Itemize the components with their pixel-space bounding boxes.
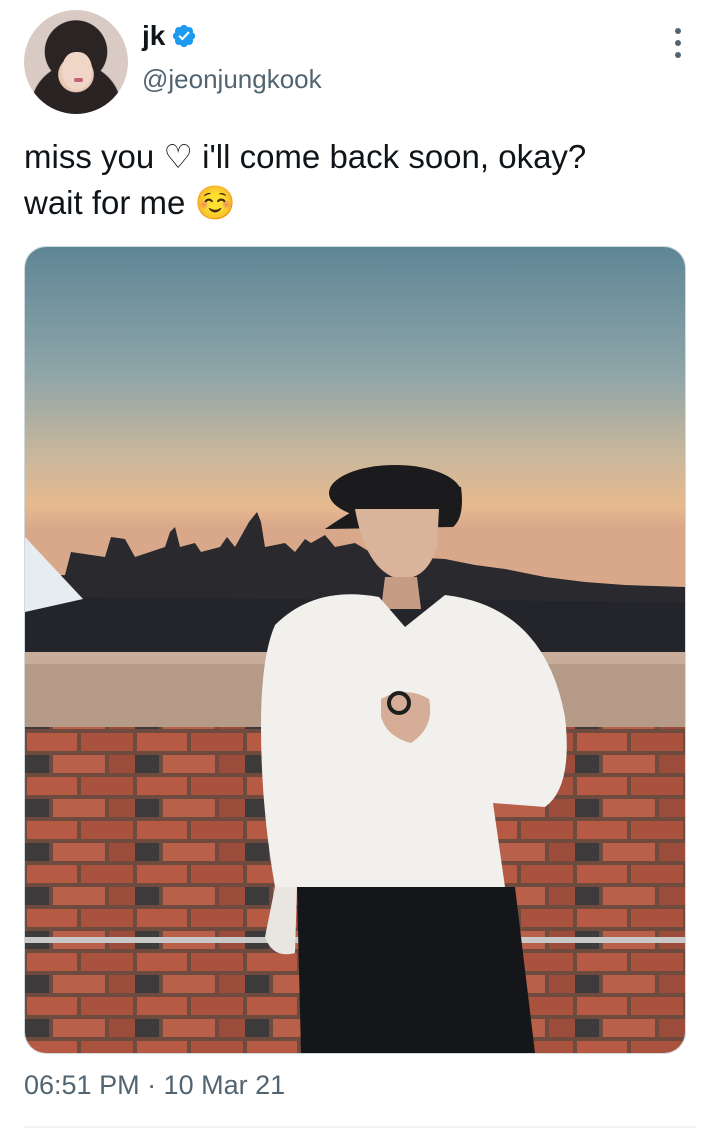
avatar-lips xyxy=(74,78,83,82)
tweet-text: miss you ♡ i'll come back soon, okay? wa… xyxy=(24,134,684,226)
verified-badge-icon xyxy=(173,24,196,48)
author-handle[interactable]: @jeonjungkook xyxy=(142,64,322,95)
display-name[interactable]: jk xyxy=(142,20,165,52)
avatar-face xyxy=(62,52,92,90)
tweet-text-line: wait for me ☺️ xyxy=(24,184,236,221)
avatar[interactable] xyxy=(24,10,128,114)
tweet-timestamp[interactable]: 06:51 PM · 10 Mar 21 xyxy=(24,1070,285,1101)
more-dot xyxy=(675,52,681,58)
more-dot xyxy=(675,28,681,34)
tweet-text-line: miss you ♡ i'll come back soon, okay? xyxy=(24,138,587,175)
divider xyxy=(24,1126,696,1128)
author-name-row: jk xyxy=(142,20,197,52)
tweet-photo[interactable] xyxy=(24,246,686,1054)
more-options-icon[interactable] xyxy=(666,28,690,58)
more-dot xyxy=(675,40,681,46)
photo-scene xyxy=(25,247,685,1053)
